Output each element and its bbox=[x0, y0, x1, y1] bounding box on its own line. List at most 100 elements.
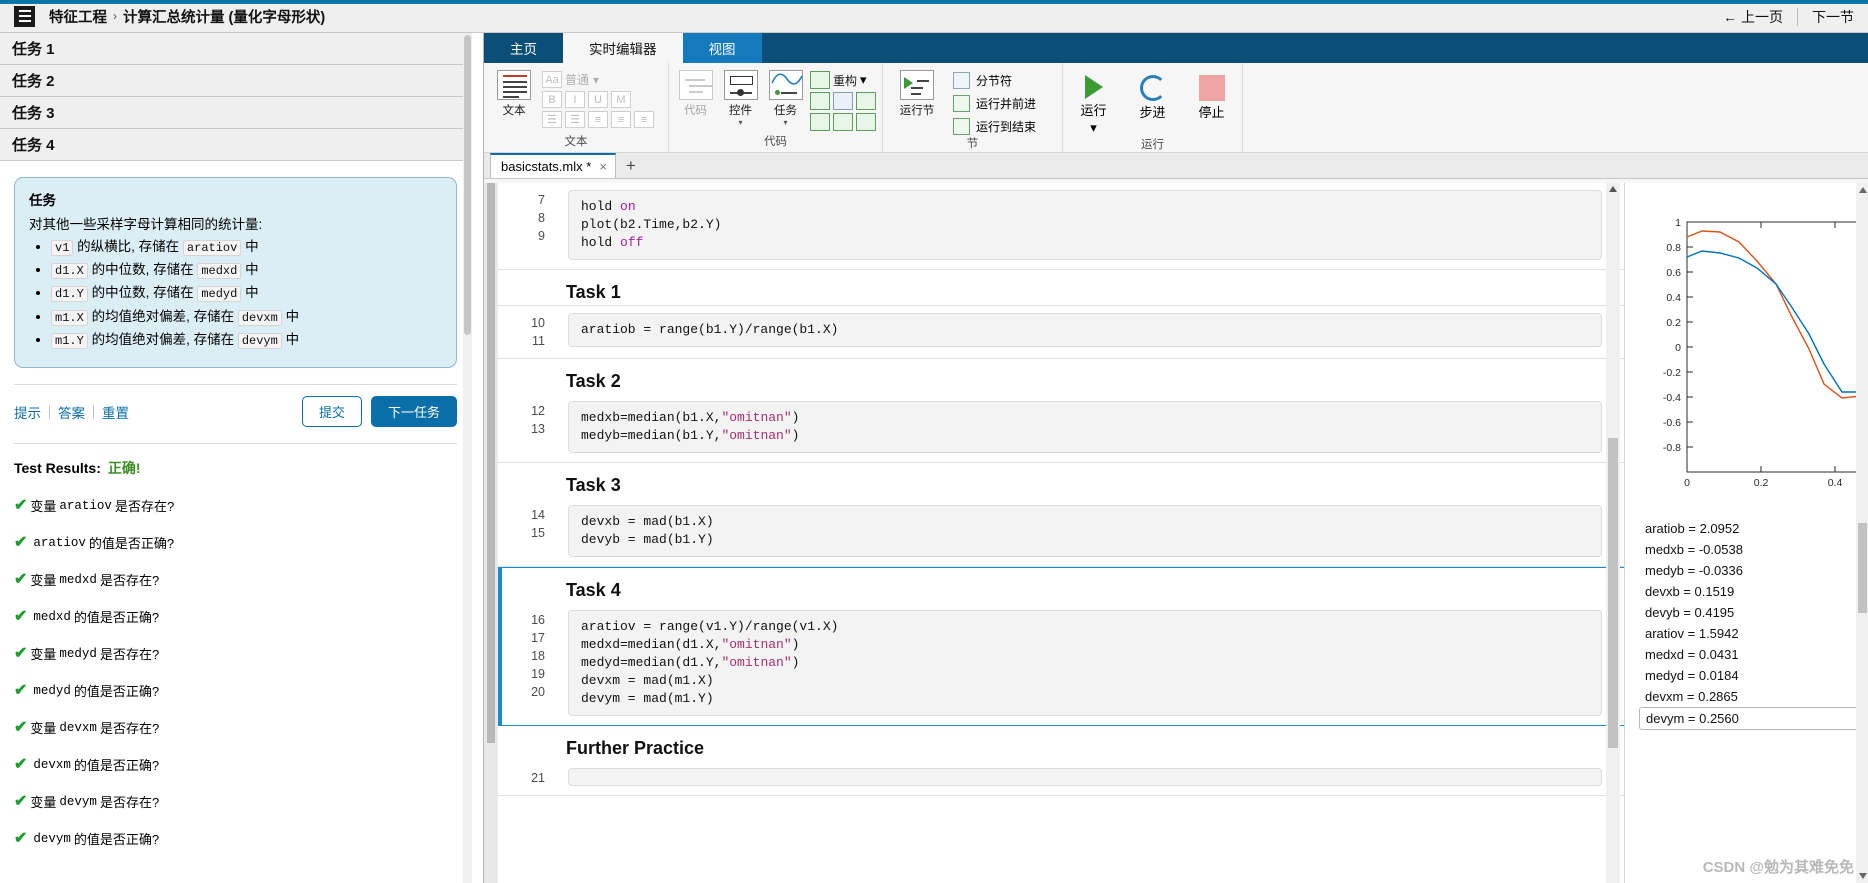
italic-button[interactable]: I bbox=[565, 91, 585, 108]
text-button[interactable]: 文本 bbox=[490, 67, 538, 118]
run-and-advance-item[interactable]: 运行并前进 bbox=[953, 95, 1036, 112]
code-content[interactable]: hold on plot(b2.Time,b2.Y) hold off bbox=[568, 190, 1602, 260]
output-pane: 1 0.8 0.6 0.4 0.2 0 -0.2 -0.4 -0.6 -0.8 … bbox=[1624, 183, 1868, 883]
tab-home[interactable]: 主页 bbox=[484, 33, 563, 63]
scroll-up-arrow-icon[interactable] bbox=[1859, 187, 1867, 193]
next-section-button[interactable]: 下一节 bbox=[1798, 7, 1868, 27]
code-content[interactable]: devxb = mad(b1.X) devyb = mad(b1.Y) bbox=[568, 505, 1602, 557]
section-cell-task-4[interactable]: Task 4 bbox=[498, 567, 1624, 603]
close-icon[interactable]: × bbox=[599, 159, 607, 174]
line-numbers: 12 13 bbox=[531, 404, 545, 436]
tab-live-editor[interactable]: 实时编辑器 bbox=[563, 33, 683, 63]
monospace-button[interactable]: M bbox=[611, 91, 631, 108]
sidebar-item-task-2[interactable]: 任务 2 bbox=[0, 65, 471, 97]
align-center-icon[interactable]: ≡ bbox=[611, 111, 631, 128]
bulleted-list-icon[interactable]: ☰ bbox=[542, 111, 562, 128]
task-button[interactable]: 任务 ▾ bbox=[765, 67, 806, 127]
output-figure[interactable]: 1 0.8 0.6 0.4 0.2 0 -0.2 -0.4 -0.6 -0.8 … bbox=[1639, 208, 1868, 508]
code-button[interactable]: 代码 bbox=[675, 67, 716, 118]
code-cell-task-4[interactable]: 16 17 18 19 20 aratiov = range(v1.Y)/range(v… bbox=[498, 603, 1624, 726]
run-button[interactable]: 运行 ▾ bbox=[1069, 71, 1118, 136]
app-root: 特征工程 › 计算汇总统计量 (量化字母形状) ← 上一页 下一节 任务 1 任… bbox=[0, 0, 1868, 883]
breadcrumb-root[interactable]: 特征工程 bbox=[49, 6, 107, 27]
scrollbar-thumb[interactable] bbox=[1608, 438, 1618, 748]
add-tab-icon[interactable]: + bbox=[626, 156, 636, 178]
reset-link[interactable]: 重置 bbox=[94, 402, 137, 422]
scrollbar-thumb[interactable] bbox=[1858, 523, 1867, 613]
section-cell-task-2[interactable]: Task 2 bbox=[498, 359, 1624, 394]
align-right-icon[interactable]: ≡ bbox=[634, 111, 654, 128]
chevron-down-icon[interactable]: ▾ bbox=[860, 72, 867, 88]
wrap-comments-icon[interactable] bbox=[856, 92, 876, 110]
code-content[interactable]: medxb=median(b1.X,"omitnan") medyb=media… bbox=[568, 401, 1602, 453]
scroll-down-arrow-icon[interactable] bbox=[1859, 873, 1867, 879]
result-suffix: 的值是否正确? bbox=[73, 610, 160, 626]
numbered-list-icon[interactable]: ☰ bbox=[565, 111, 585, 128]
underline-button[interactable]: U bbox=[588, 91, 608, 108]
document-tab-basicstats[interactable]: basicstats.mlx * × bbox=[490, 153, 616, 178]
style-aa-icon[interactable]: Aa bbox=[542, 71, 562, 88]
section-heading: Task 1 bbox=[566, 282, 621, 302]
scrollbar-thumb[interactable] bbox=[487, 183, 495, 743]
decrease-indent-icon[interactable] bbox=[856, 113, 876, 131]
chevron-down-icon[interactable]: ▾ bbox=[738, 119, 742, 127]
sidebar-item-task-1[interactable]: 任务 1 bbox=[0, 33, 471, 65]
hamburger-icon[interactable] bbox=[14, 5, 35, 27]
section-menu: 分节符 运行并前进 运行到结束 bbox=[949, 67, 1038, 135]
result-suffix: 的值是否正确? bbox=[73, 684, 160, 700]
uncomment-icon[interactable] bbox=[833, 92, 853, 110]
task-box-title: 任务 bbox=[29, 193, 56, 208]
bold-button[interactable]: B bbox=[542, 91, 562, 108]
section-cell-further-practice[interactable]: Further Practice bbox=[498, 726, 1624, 761]
code-cell[interactable]: 12 13 medxb=median(b1.X,"omitnan") medyb=… bbox=[498, 394, 1624, 463]
course-panel: 任务 1 任务 2 任务 3 任务 4 任务 对其他一些采样字母计算相同的统计量… bbox=[0, 33, 472, 883]
code-content[interactable]: aratiov = range(v1.Y)/range(v1.X) medxd=… bbox=[568, 610, 1602, 716]
increase-indent-icon[interactable] bbox=[833, 113, 853, 131]
output-pane-scrollbar[interactable] bbox=[1856, 183, 1868, 883]
section-cell-task-3[interactable]: Task 3 bbox=[498, 463, 1624, 498]
code-cell[interactable]: 10 11 aratiob = range(b1.Y)/range(b1.X) bbox=[498, 306, 1624, 359]
chevron-down-icon[interactable]: ▾ bbox=[1090, 120, 1097, 136]
prev-page-button[interactable]: ← 上一页 bbox=[1709, 7, 1797, 27]
next-task-button[interactable]: 下一任务 bbox=[370, 396, 457, 428]
list-item: d1.Y 的中位数, 存储在 medyd 中 bbox=[51, 284, 442, 303]
result-var: aratiov bbox=[33, 535, 86, 550]
align-left-icon[interactable]: ≡ bbox=[588, 111, 608, 128]
smart-indent-icon[interactable] bbox=[810, 113, 830, 131]
section-heading: Task 2 bbox=[566, 371, 621, 391]
comment-icon[interactable] bbox=[810, 92, 830, 110]
sidebar-item-task-3[interactable]: 任务 3 bbox=[0, 97, 471, 129]
chevron-down-icon[interactable]: ▾ bbox=[783, 119, 787, 127]
answer-link[interactable]: 答案 bbox=[50, 402, 93, 422]
code-content[interactable] bbox=[568, 768, 1602, 786]
scrollbar-thumb[interactable] bbox=[464, 35, 471, 335]
code-cell[interactable]: 789 hold on plot(b2.Time,b2.Y) hold off bbox=[498, 183, 1624, 270]
bullet-text: 的中位数, 存储在 bbox=[87, 262, 198, 278]
refactor-icon[interactable] bbox=[810, 71, 830, 89]
code-cell[interactable]: 21 bbox=[498, 761, 1624, 796]
document-gutter-scrollbar[interactable] bbox=[484, 183, 498, 883]
sidebar-item-task-4[interactable]: 任务 4 bbox=[0, 129, 471, 161]
section-cell-task-1[interactable]: Task 1 bbox=[498, 270, 1624, 306]
code-cell[interactable]: 14 15 devxb = mad(b1.X) devyb = mad(b1.Y) bbox=[498, 498, 1624, 567]
line-chart: 1 0.8 0.6 0.4 0.2 0 -0.2 -0.4 -0.6 -0.8 … bbox=[1663, 217, 1868, 489]
code-token: aratiov bbox=[182, 240, 242, 256]
stop-button[interactable]: 停止 bbox=[1187, 71, 1236, 121]
section-break-item[interactable]: 分节符 bbox=[953, 72, 1036, 89]
run-to-end-item[interactable]: 运行到结束 bbox=[953, 118, 1036, 135]
paragraph-style-dropdown[interactable]: 普通 ▾ bbox=[565, 71, 599, 88]
code-content[interactable]: aratiob = range(b1.Y)/range(b1.X) bbox=[568, 313, 1602, 347]
check-icon: ✔ bbox=[14, 681, 28, 699]
step-button[interactable]: 步进 bbox=[1128, 71, 1177, 121]
editor-scrollbar[interactable] bbox=[1606, 183, 1620, 883]
control-button[interactable]: 控件 ▾ bbox=[720, 67, 761, 127]
line-numbers bbox=[498, 726, 558, 761]
section-break-icon bbox=[953, 72, 970, 89]
tab-view[interactable]: 视图 bbox=[682, 33, 762, 63]
scroll-up-arrow-icon[interactable] bbox=[1609, 186, 1617, 192]
submit-button[interactable]: 提交 bbox=[301, 396, 362, 428]
left-panel-scrollbar[interactable] bbox=[463, 33, 472, 883]
hint-link[interactable]: 提示 bbox=[14, 402, 49, 422]
breadcrumb-current: 计算汇总统计量 (量化字母形状) bbox=[123, 9, 326, 26]
run-section-button[interactable]: 运行节 bbox=[889, 67, 945, 118]
